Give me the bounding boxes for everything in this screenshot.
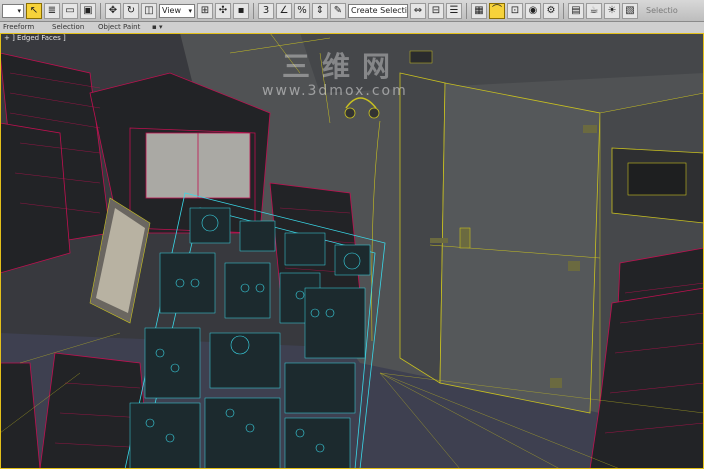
viewport-perspective[interactable]: 三维网 www.3dmox.com [0,33,704,469]
app-window: ▾ ↖ ≣ ▭ ▣ ✥ ↻ ◫ View ▾ ⊞ ✣ ▪ 3 ∠ % ⇕ ✎ Cr… [0,0,704,469]
render-production-icon[interactable]: ☕ [586,2,602,19]
window-crossing-icon[interactable]: ▣ [80,2,96,19]
selection-filter-dropdown[interactable]: ▾ [2,3,24,18]
ribbon-tab-selection[interactable]: Selection [52,23,84,31]
scale-icon[interactable]: ◫ [141,2,157,19]
named-selection-icon[interactable]: ✎ [330,2,346,19]
select-object-icon[interactable]: ↖ [26,2,42,19]
mirror-icon[interactable]: ⇔ [410,2,426,19]
keyboard-shortcut-icon[interactable]: ▪ [233,2,249,19]
ribbon-tab-object-paint[interactable]: Object Paint [98,23,140,31]
watermark-url: www.3dmox.com [262,83,408,99]
select-manipulate-icon[interactable]: ✣ [215,2,231,19]
rendered-frame-icon[interactable]: ▤ [568,2,584,19]
percent-snap-icon[interactable]: % [294,2,310,19]
watermark-logo: 三维网 [282,50,403,83]
named-selection-sets-dropdown[interactable]: Create Selection Se▾ [348,3,408,18]
toolbar-divider [563,2,564,19]
toolbar-divider [253,2,254,19]
render-iterative-icon[interactable]: ☀ [604,2,620,19]
material-editor-icon[interactable]: ◉ [525,2,541,19]
ribbon-tab-freeform[interactable]: Freeform [3,23,34,31]
disabled-selection-label: Selectio [646,6,678,15]
select-by-name-icon[interactable]: ≣ [44,2,60,19]
ribbon-options-icon[interactable]: ▪ ▾ [152,23,162,31]
toolbar-divider [100,2,101,19]
spinner-snap-icon[interactable]: ⇕ [312,2,328,19]
selection-set-value: Create Selection Se [351,5,408,15]
snap-toggle-icon[interactable]: 3 [258,2,274,19]
render-setup-icon[interactable]: ⚙ [543,2,559,19]
schematic-view-icon[interactable]: ⊡ [507,2,523,19]
activeshade-icon[interactable]: ▧ [622,2,638,19]
main-toolbar: ▾ ↖ ≣ ▭ ▣ ✥ ↻ ◫ View ▾ ⊞ ✣ ▪ 3 ∠ % ⇕ ✎ Cr… [0,0,704,22]
rectangular-selection-icon[interactable]: ▭ [62,2,78,19]
rotate-icon[interactable]: ↻ [123,2,139,19]
curve-editor-icon[interactable]: ⌒ [489,2,505,19]
align-icon[interactable]: ⊟ [428,2,444,19]
angle-snap-icon[interactable]: ∠ [276,2,292,19]
reference-coordinate-dropdown[interactable]: View ▾ [159,3,195,18]
viewport-label[interactable]: + ] Edged Faces ] [4,34,66,42]
pivot-center-icon[interactable]: ⊞ [197,2,213,19]
view-dropdown-value: View [162,5,181,15]
move-icon[interactable]: ✥ [105,2,121,19]
toolbar-divider [466,2,467,19]
layer-manager-icon[interactable]: ☰ [446,2,462,19]
graphite-ribbon-icon[interactable]: ▦ [471,2,487,19]
